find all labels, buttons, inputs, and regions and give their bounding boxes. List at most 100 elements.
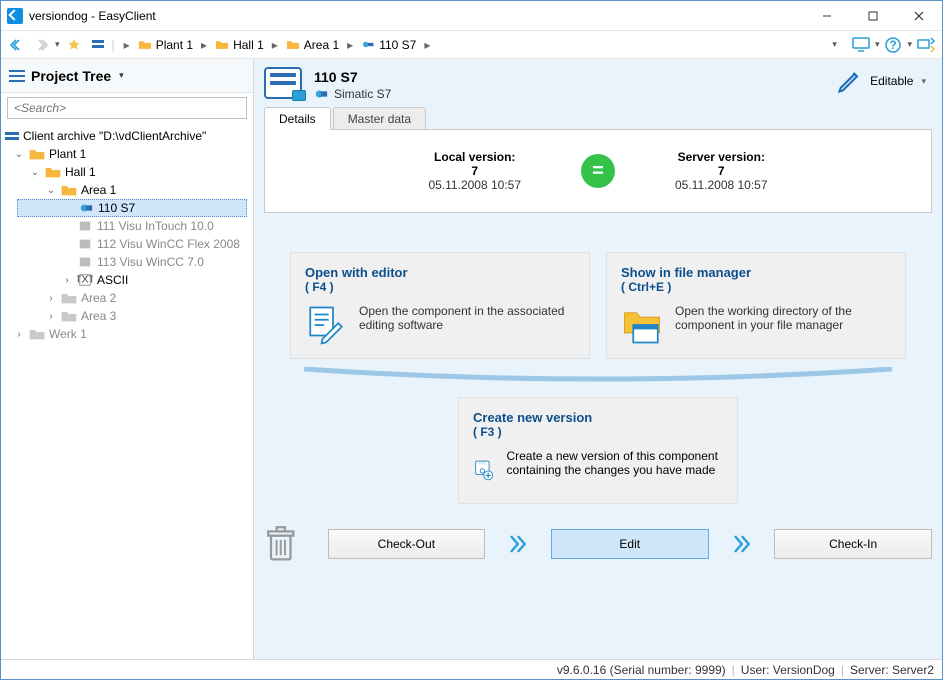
switch-client-icon[interactable]: [916, 35, 936, 55]
component-icon: [361, 39, 375, 50]
tab-bar: Details Master data: [254, 107, 942, 130]
favorite-manage-icon[interactable]: [88, 35, 108, 55]
hamburger-icon: [9, 70, 25, 82]
tree-node-112[interactable]: 112 Visu WinCC Flex 2008: [1, 235, 253, 253]
expand-icon[interactable]: ›: [45, 293, 57, 304]
tree-node-111[interactable]: 111 Visu InTouch 10.0: [1, 217, 253, 235]
nav-back-button[interactable]: [7, 35, 27, 55]
tree-label: Hall 1: [65, 165, 96, 179]
card-open-editor[interactable]: Open with editor ( F4 ) Open the compone…: [290, 252, 590, 359]
local-version-number: 7: [428, 164, 521, 178]
tree-label: Client archive "D:\vdClientArchive": [23, 129, 206, 143]
action-cards: Open with editor ( F4 ) Open the compone…: [264, 252, 932, 359]
component-icon: [77, 219, 93, 233]
maximize-button[interactable]: [850, 1, 896, 31]
crumb-chevron-icon[interactable]: ▸: [270, 38, 280, 52]
tree-node-113[interactable]: 113 Visu WinCC 7.0: [1, 253, 253, 271]
local-version-date: 05.11.2008 10:57: [428, 178, 521, 192]
tree-node-hall1[interactable]: ⌄ Hall 1: [1, 163, 253, 181]
monitor-icon[interactable]: [851, 35, 871, 55]
nav-sep: |: [112, 38, 115, 52]
folder-icon: [215, 39, 229, 50]
archive-icon: [5, 130, 19, 142]
chevron-down-icon: ▾: [921, 76, 926, 87]
card-desc: Create a new version of this component c…: [506, 449, 723, 477]
crumb-chevron-icon[interactable]: ▸: [122, 38, 132, 52]
nav-toolbar: ▾ | ▸ Plant 1 ▸ Hall 1 ▸ Area 1 ▸ 110 S: [1, 31, 942, 59]
folder-icon: [45, 165, 61, 179]
editable-label: Editable: [870, 74, 913, 88]
tab-master-data[interactable]: Master data: [333, 107, 426, 130]
expand-icon[interactable]: ›: [61, 275, 73, 286]
close-button[interactable]: [896, 1, 942, 31]
tree-node-ascii[interactable]: › TXT ASCII: [1, 271, 253, 289]
collapse-icon[interactable]: ⌄: [29, 167, 41, 178]
help-icon[interactable]: ?: [883, 35, 903, 55]
status-version: v9.6.0.16 (Serial number: 9999): [557, 663, 726, 677]
svg-text:?: ?: [890, 38, 897, 52]
breadcrumb-item[interactable]: Hall 1: [211, 35, 268, 55]
card-shortcut: ( F4 ): [305, 280, 575, 294]
help-dropdown-icon[interactable]: ▾: [907, 39, 912, 50]
crumb-chevron-icon[interactable]: ▸: [199, 38, 209, 52]
breadcrumb-dropdown-icon[interactable]: ▾: [828, 39, 841, 50]
breadcrumb-item[interactable]: Area 1: [282, 35, 343, 55]
status-server: Server: Server2: [850, 663, 934, 677]
component-type: Simatic S7: [334, 87, 391, 101]
component-icon: [77, 255, 93, 269]
search-box: [7, 97, 247, 119]
nav-history-dropdown-icon[interactable]: ▾: [55, 39, 60, 50]
breadcrumb-label: Area 1: [304, 38, 339, 52]
chevrons-right-icon: [731, 533, 753, 555]
project-tree-title: Project Tree: [31, 68, 111, 84]
tree-node-area3[interactable]: › Area 3: [1, 307, 253, 325]
chevrons-right-icon: [507, 533, 529, 555]
trash-icon[interactable]: [264, 524, 298, 564]
card-shortcut: ( Ctrl+E ): [621, 280, 891, 294]
tree-node-110s7[interactable]: 110 S7: [17, 199, 247, 217]
editable-toggle[interactable]: Editable ▾: [836, 67, 930, 95]
local-version-label: Local version:: [428, 150, 521, 164]
version-panel: Local version: 7 05.11.2008 10:57 = Serv…: [264, 129, 932, 213]
checkout-button[interactable]: Check-Out: [328, 529, 486, 559]
favorite-star-icon[interactable]: [64, 35, 84, 55]
card-create-version[interactable]: Create new version ( F3 ) Create a new v…: [458, 397, 738, 504]
monitor-dropdown-icon[interactable]: ▾: [875, 39, 880, 50]
card-title: Open with editor: [305, 265, 575, 280]
edit-button[interactable]: Edit: [551, 529, 709, 559]
tree-label: Area 3: [81, 309, 116, 323]
crumb-chevron-icon[interactable]: ▸: [422, 38, 432, 52]
tree-node-plant1[interactable]: ⌄ Plant 1: [1, 145, 253, 163]
server-icon: [264, 67, 302, 99]
search-input[interactable]: [7, 97, 247, 119]
tree-node-area1[interactable]: ⌄ Area 1: [1, 181, 253, 199]
checkin-button[interactable]: Check-In: [774, 529, 932, 559]
folder-icon: [61, 183, 77, 197]
status-user: User: VersionDog: [741, 663, 835, 677]
breadcrumb-item[interactable]: 110 S7: [357, 35, 420, 55]
crumb-chevron-icon[interactable]: ▸: [345, 38, 355, 52]
sidebar: Project Tree ▾ Client archive "D:\vdClie…: [1, 59, 254, 659]
tree-root[interactable]: Client archive "D:\vdClientArchive": [1, 127, 253, 145]
document-edit-icon: [305, 304, 347, 346]
breadcrumb-label: 110 S7: [379, 38, 416, 52]
expand-icon[interactable]: ›: [45, 311, 57, 322]
server-version-number: 7: [675, 164, 768, 178]
project-tree-header[interactable]: Project Tree ▾: [1, 59, 253, 93]
tree-node-werk1[interactable]: › Werk 1: [1, 325, 253, 343]
component-icon: [78, 201, 94, 215]
expand-icon[interactable]: ›: [13, 329, 25, 340]
flow-connector-icon: [294, 367, 902, 385]
workflow-bar: Check-Out Edit Check-In: [264, 524, 932, 564]
breadcrumb-label: Plant 1: [156, 38, 193, 52]
chevron-down-icon: ▾: [119, 70, 124, 81]
breadcrumb-item[interactable]: Plant 1: [134, 35, 197, 55]
button-label: Check-In: [829, 537, 877, 551]
minimize-button[interactable]: [804, 1, 850, 31]
collapse-icon[interactable]: ⌄: [45, 185, 57, 196]
collapse-icon[interactable]: ⌄: [13, 149, 25, 160]
tree-node-area2[interactable]: › Area 2: [1, 289, 253, 307]
card-file-manager[interactable]: Show in file manager ( Ctrl+E ) Open the…: [606, 252, 906, 359]
tab-details[interactable]: Details: [264, 107, 331, 130]
nav-forward-button[interactable]: [31, 35, 51, 55]
